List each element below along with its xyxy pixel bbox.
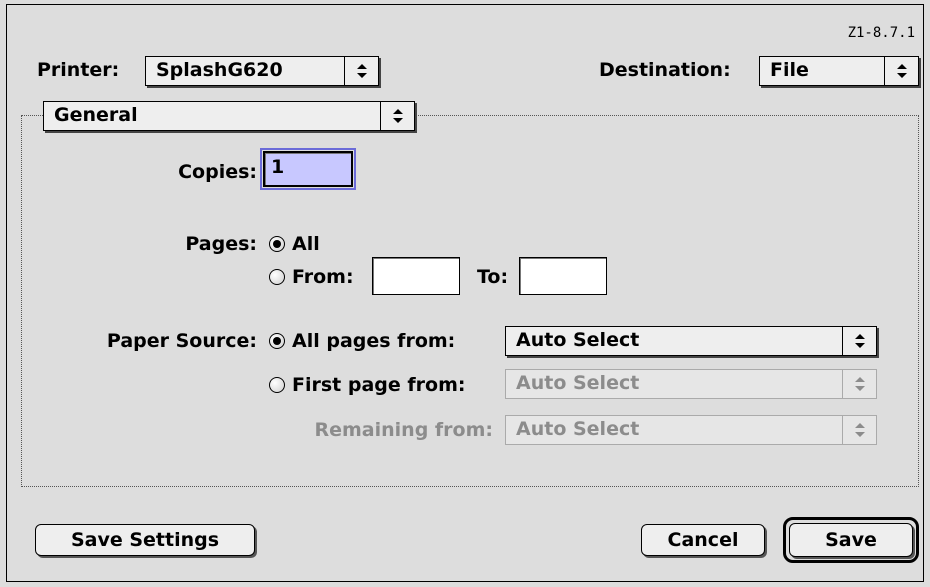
pages-from-label: From: — [292, 266, 354, 288]
all-pages-from-value: Auto Select — [516, 329, 640, 351]
pages-all-label: All — [292, 233, 320, 255]
panel-value: General — [54, 104, 138, 126]
copies-value: 1 — [271, 156, 285, 178]
up-down-arrows-icon — [344, 57, 378, 85]
first-page-from-popup: Auto Select — [505, 369, 877, 399]
remaining-from-label: Remaining from: — [314, 419, 493, 441]
cancel-button[interactable]: Cancel — [641, 524, 765, 556]
all-pages-from-label: All pages from: — [292, 330, 456, 352]
print-dialog: Z1-8.7.1 Printer: SplashG620 Destination… — [6, 4, 924, 582]
pages-label: Pages: — [185, 233, 257, 255]
copies-field[interactable]: 1 — [260, 148, 356, 190]
destination-label: Destination: — [599, 59, 731, 81]
first-page-from-label: First page from: — [292, 374, 466, 396]
up-down-arrows-icon — [380, 102, 414, 130]
pages-to-label: To: — [477, 266, 509, 288]
copies-label: Copies: — [178, 161, 257, 183]
destination-popup[interactable]: File — [759, 56, 919, 86]
remaining-from-popup: Auto Select — [505, 415, 877, 445]
pages-from-radio[interactable] — [269, 269, 285, 285]
panel-popup[interactable]: General — [43, 101, 415, 131]
remaining-from-value: Auto Select — [516, 418, 640, 440]
pages-from-field[interactable] — [372, 257, 460, 295]
save-settings-button[interactable]: Save Settings — [35, 524, 255, 556]
pages-to-field[interactable] — [519, 257, 607, 295]
paper-source-label: Paper Source: — [106, 330, 257, 352]
printer-popup[interactable]: SplashG620 — [145, 56, 379, 86]
pages-all-radio[interactable] — [269, 236, 285, 252]
save-button[interactable]: Save — [789, 523, 913, 557]
up-down-arrows-icon — [842, 416, 876, 444]
version-label: Z1-8.7.1 — [847, 25, 915, 41]
first-page-from-value: Auto Select — [516, 372, 640, 394]
all-pages-from-radio[interactable] — [269, 333, 285, 349]
printer-value: SplashG620 — [156, 59, 283, 81]
destination-value: File — [770, 59, 809, 81]
up-down-arrows-icon — [842, 370, 876, 398]
up-down-arrows-icon — [884, 57, 918, 85]
first-page-from-radio[interactable] — [269, 377, 285, 393]
printer-label: Printer: — [37, 59, 120, 81]
all-pages-from-popup[interactable]: Auto Select — [505, 326, 877, 356]
up-down-arrows-icon — [842, 327, 876, 355]
